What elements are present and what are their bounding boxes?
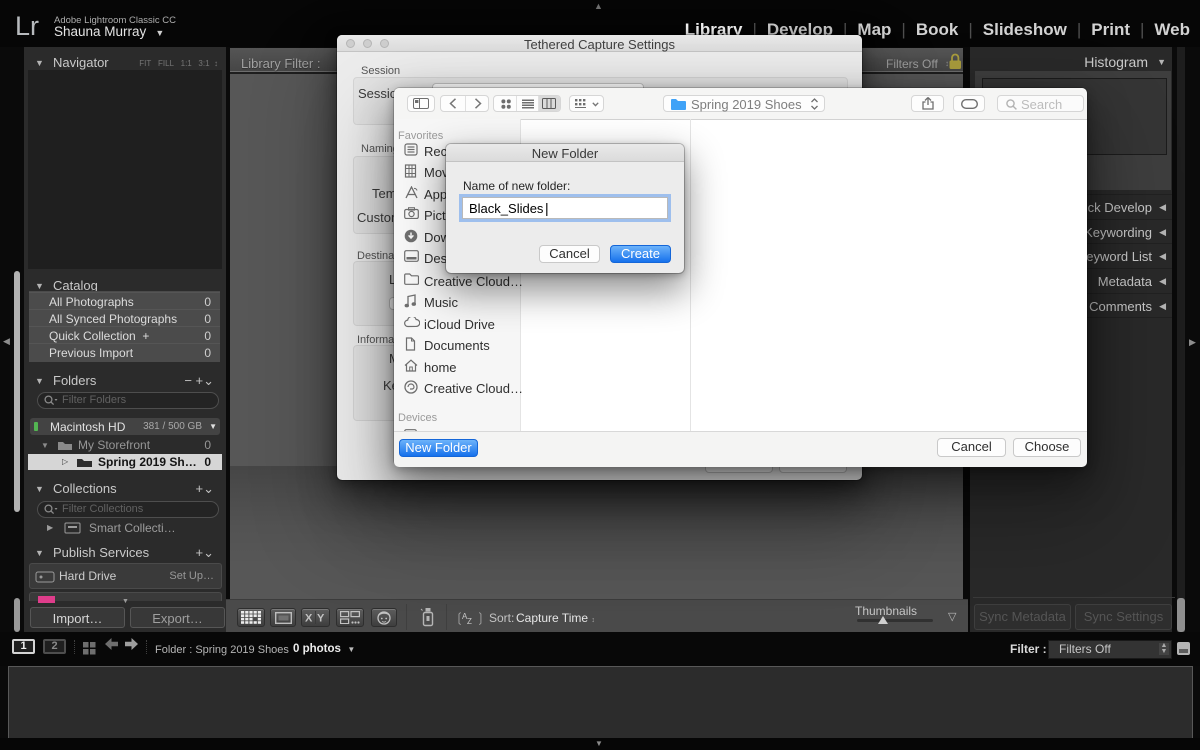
svg-text:❳: ❳	[475, 610, 484, 625]
svg-text:X: X	[305, 613, 313, 625]
svg-text:Z: Z	[467, 617, 472, 625]
svg-text:Y: Y	[317, 613, 325, 625]
